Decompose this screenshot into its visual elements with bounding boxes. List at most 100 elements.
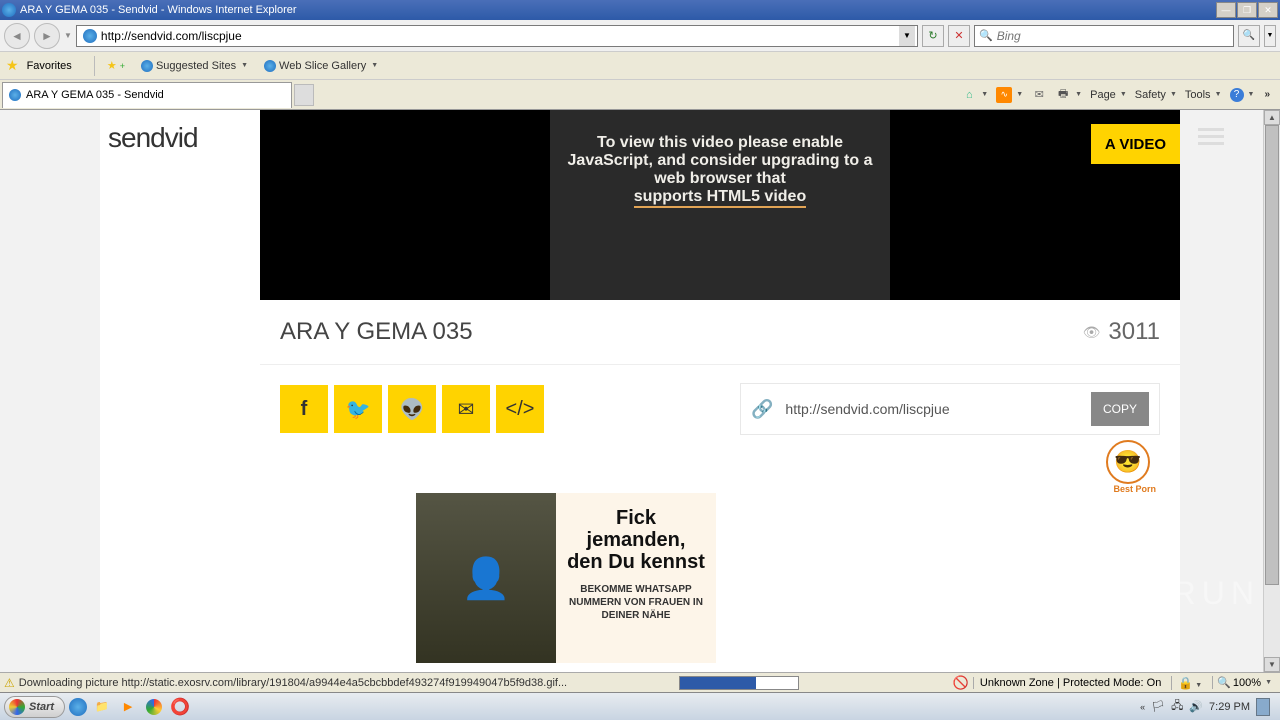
home-button[interactable]: ⌂▼	[959, 85, 990, 105]
search-go-button[interactable]: 🔍	[1238, 25, 1260, 47]
view-count: 👁 3011	[1083, 318, 1160, 346]
tabs-bar: ARA Y GEMA 035 - Sendvid ⌂▼ ∿▼ ✉ 🖶▼ Page…	[0, 80, 1280, 110]
vertical-scrollbar[interactable]: ▲ ▼	[1263, 110, 1280, 672]
tray-volume-icon[interactable]: 🔊	[1189, 700, 1203, 713]
read-mail-button[interactable]: ✉	[1029, 85, 1049, 105]
zoom-level: 100%	[1233, 677, 1261, 689]
more-commands[interactable]: »	[1264, 89, 1270, 100]
menu-button[interactable]	[1198, 128, 1224, 145]
ad-banner[interactable]: 👤 Fick jemanden, den Du kennst BEKOMME W…	[416, 493, 716, 663]
rss-icon: ∿	[996, 87, 1012, 103]
share-facebook-button[interactable]: f	[280, 385, 328, 433]
suggested-sites-link[interactable]: Suggested Sites ▼	[137, 58, 252, 74]
tray-expand-icon[interactable]: «	[1140, 702, 1145, 712]
taskbar-opera-icon[interactable]: ⭕	[169, 696, 191, 718]
zoom-control[interactable]: 🔍 100% ▼	[1212, 676, 1276, 689]
tab-favicon	[9, 89, 21, 101]
share-url-input[interactable]	[785, 401, 1079, 417]
share-embed-button[interactable]: </>	[496, 385, 544, 433]
warning-icon: ⚠	[4, 676, 15, 690]
nav-history-dropdown[interactable]: ▼	[64, 31, 72, 40]
favorites-star-icon[interactable]: ★	[6, 57, 19, 74]
window-titlebar: ARA Y GEMA 035 - Sendvid - Windows Inter…	[0, 0, 1280, 20]
scroll-up-arrow[interactable]: ▲	[1264, 110, 1280, 125]
address-input[interactable]	[101, 29, 899, 43]
web-slice-gallery-link[interactable]: Web Slice Gallery ▼	[260, 58, 382, 74]
html5-video-link[interactable]: supports HTML5 video	[634, 188, 806, 208]
scroll-down-arrow[interactable]: ▼	[1264, 657, 1280, 672]
tray-network-icon[interactable]: 🖧	[1171, 697, 1183, 716]
ie-icon	[141, 60, 153, 72]
upload-video-button[interactable]: A VIDEO	[1091, 124, 1180, 164]
tools-menu[interactable]: Tools▼	[1183, 87, 1224, 103]
progress-bar	[679, 676, 799, 690]
video-title-row: ARA Y GEMA 035 👁 3011	[260, 300, 1180, 365]
safety-menu[interactable]: Safety▼	[1133, 87, 1179, 103]
link-icon: 🔗	[751, 399, 773, 420]
search-options-dropdown[interactable]: ▼	[1264, 25, 1276, 47]
refresh-button[interactable]: ↻	[922, 25, 944, 47]
favorites-bar: ★ Favorites ★+ Suggested Sites ▼ Web Sli…	[0, 52, 1280, 80]
video-msg-text: To view this video please enable JavaScr…	[566, 134, 874, 188]
new-tab-button[interactable]	[294, 84, 314, 106]
home-icon: ⌂	[961, 87, 977, 103]
tray-clock[interactable]: 7:29 PM	[1209, 701, 1250, 713]
security-indicator-icon[interactable]: 🚫	[953, 675, 969, 691]
start-label: Start	[29, 701, 54, 713]
status-message: Downloading picture http://static.exosrv…	[19, 677, 567, 689]
copy-button[interactable]: COPY	[1091, 392, 1149, 426]
feeds-button[interactable]: ∿▼	[994, 85, 1025, 105]
bestporn-badge-icon[interactable]: 😎	[1106, 440, 1150, 484]
minimize-button[interactable]: —	[1216, 2, 1236, 18]
close-button[interactable]: ✕	[1258, 2, 1278, 18]
windows-taskbar: Start 📁 ▶ ⭕ « 🏳 🖧 🔊 7:29 PM	[0, 692, 1280, 720]
status-bar: ⚠ Downloading picture http://static.exos…	[0, 672, 1280, 692]
share-url-box: 🔗 COPY	[740, 383, 1160, 435]
bestporn-badge-label: Best Porn	[1113, 484, 1156, 494]
anyrun-watermark: ANY RUN	[1075, 575, 1260, 612]
ie-icon	[2, 3, 16, 17]
forward-button[interactable]: ►	[34, 23, 60, 49]
address-bar[interactable]: ▼	[76, 25, 918, 47]
back-button[interactable]: ◄	[4, 23, 30, 49]
share-reddit-button[interactable]: 👽	[388, 385, 436, 433]
print-button[interactable]: 🖶▼	[1053, 85, 1084, 105]
page-menu[interactable]: Page▼	[1088, 87, 1129, 103]
view-count-number: 3011	[1108, 318, 1160, 346]
taskbar-chrome-icon[interactable]	[143, 696, 165, 718]
ad-region: 👤 Fick jemanden, den Du kennst BEKOMME W…	[260, 493, 1180, 663]
share-email-button[interactable]: ✉	[442, 385, 490, 433]
command-bar: ⌂▼ ∿▼ ✉ 🖶▼ Page▼ Safety▼ Tools▼ ?▼ »	[959, 85, 1280, 105]
tab-label: ARA Y GEMA 035 - Sendvid	[26, 89, 164, 101]
nav-toolbar: ◄ ► ▼ ▼ ↻ ✕ 🔍 🔍 ▼	[0, 20, 1280, 52]
taskbar-ie-icon[interactable]	[69, 698, 87, 716]
site-icon	[83, 29, 97, 43]
stop-button[interactable]: ✕	[948, 25, 970, 47]
ie-icon	[264, 60, 276, 72]
video-player[interactable]: To view this video please enable JavaScr…	[260, 110, 1180, 300]
maximize-button[interactable]: ❐	[1237, 2, 1257, 18]
browser-tab[interactable]: ARA Y GEMA 035 - Sendvid	[2, 82, 292, 108]
address-dropdown[interactable]: ▼	[899, 26, 915, 46]
search-input[interactable]	[997, 29, 1229, 43]
search-bar[interactable]: 🔍	[974, 25, 1234, 47]
page-content: sendvid A VIDEO To view this video pleas…	[0, 110, 1280, 672]
share-twitter-button[interactable]: 🐦	[334, 385, 382, 433]
tray-flag-icon[interactable]: 🏳	[1151, 700, 1165, 713]
search-icon: 🔍	[979, 29, 993, 42]
start-button[interactable]: Start	[4, 696, 65, 718]
taskbar-explorer-icon[interactable]: 📁	[91, 696, 113, 718]
web-slice-label: Web Slice Gallery	[279, 60, 366, 72]
help-icon: ?	[1230, 88, 1244, 102]
help-button[interactable]: ?▼	[1228, 86, 1257, 104]
site-logo[interactable]: sendvid	[108, 122, 198, 154]
mail-icon: ✉	[1031, 87, 1047, 103]
scroll-thumb[interactable]	[1265, 125, 1279, 585]
favorites-label[interactable]: Favorites	[27, 60, 72, 72]
system-tray: « 🏳 🖧 🔊 7:29 PM	[1140, 697, 1276, 716]
eye-icon: 👁	[1083, 324, 1101, 341]
suggested-sites-label: Suggested Sites	[156, 60, 236, 72]
tray-show-desktop[interactable]	[1256, 698, 1270, 716]
add-favorite-button[interactable]: ★+	[103, 57, 129, 74]
taskbar-media-icon[interactable]: ▶	[117, 696, 139, 718]
